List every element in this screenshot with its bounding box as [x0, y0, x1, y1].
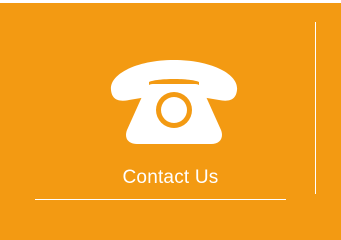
top-strip: [0, 0, 341, 3]
contact-us-tile[interactable]: Contact Us: [0, 0, 341, 240]
contact-us-label: Contact Us: [122, 167, 219, 188]
vertical-divider: [315, 22, 316, 194]
phone-icon: [103, 56, 245, 146]
label-underline: [35, 199, 286, 200]
